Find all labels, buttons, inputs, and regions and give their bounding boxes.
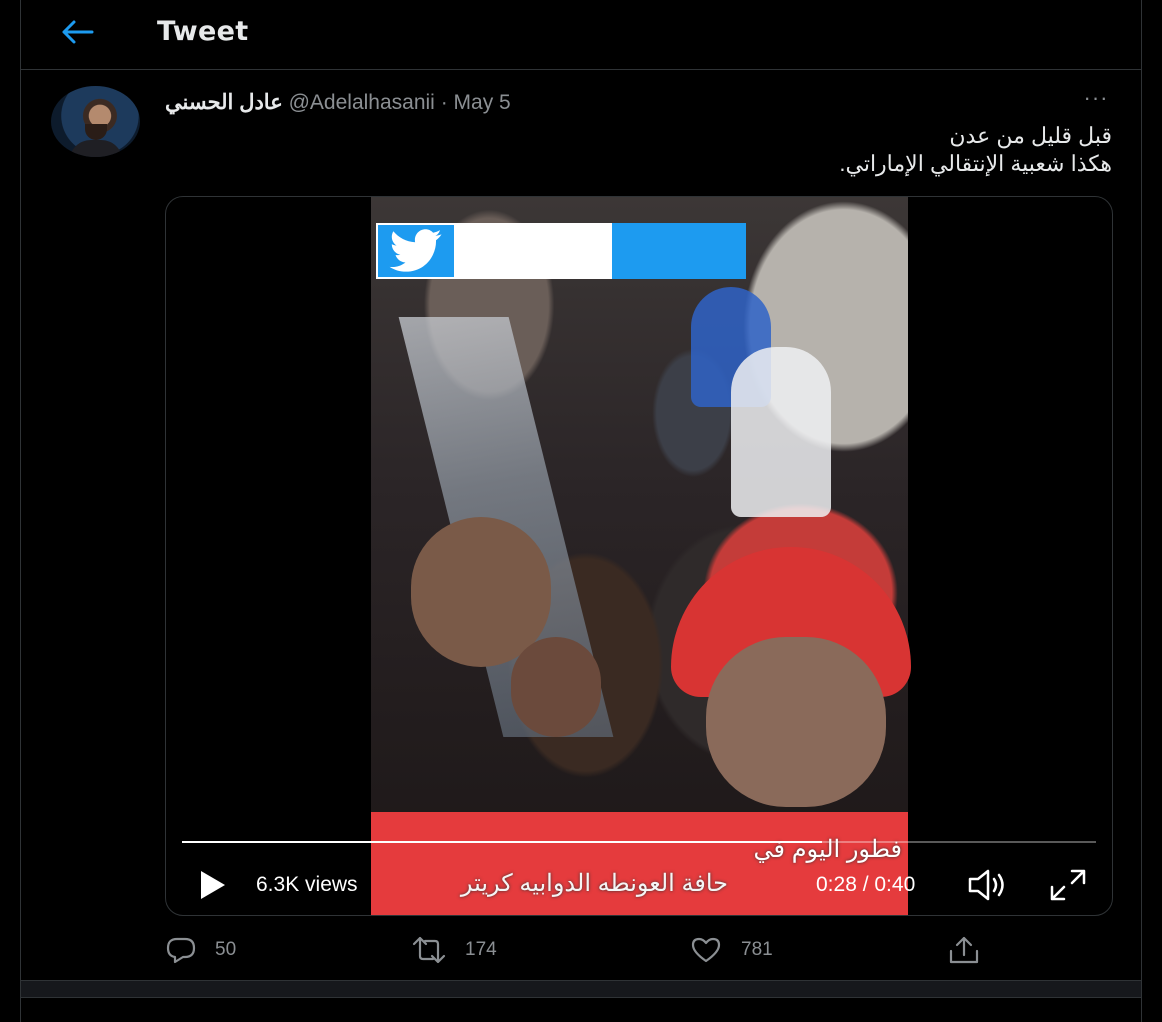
view-count: 6.3K views xyxy=(256,873,358,896)
volume-button[interactable] xyxy=(966,865,1014,905)
volume-icon xyxy=(968,869,1004,901)
separator-dot: · xyxy=(440,91,448,114)
page-header: Tweet xyxy=(21,0,1141,70)
tweet-page: Tweet عادل الحسني @Adelalhasanii · May 5… xyxy=(20,0,1142,1022)
retweet-button[interactable]: 174 xyxy=(411,930,497,970)
video-progress-bar[interactable] xyxy=(182,841,1096,843)
author-handle[interactable]: @Adelalhasanii xyxy=(289,91,435,114)
share-button[interactable] xyxy=(947,930,981,970)
tweet-text: قبل قليل من عدن هكذا شعبية الإنتقالي الإ… xyxy=(412,122,1112,178)
video-frame[interactable]: فطور اليوم في حافة العونطه الدوابيه كريت… xyxy=(371,197,911,915)
page-title: Tweet xyxy=(157,16,249,47)
share-icon xyxy=(949,936,979,964)
video-caption-line-1: فطور اليوم في xyxy=(753,836,902,863)
tweet-text-line-1: قبل قليل من عدن xyxy=(949,123,1112,148)
avatar[interactable] xyxy=(51,86,140,157)
fullscreen-button[interactable] xyxy=(1046,865,1090,905)
video-caption-line-2: حافة العونطه الدوابيه كريتر xyxy=(460,870,728,897)
reply-count: 50 xyxy=(215,939,237,960)
retweet-count: 174 xyxy=(465,939,497,960)
video-time: 0:28 / 0:40 xyxy=(816,873,916,896)
video-caption-band xyxy=(371,812,908,915)
tweet-date[interactable]: May 5 xyxy=(454,91,511,114)
more-icon: ··· xyxy=(1083,85,1109,110)
like-count: 781 xyxy=(741,939,773,960)
reply-button[interactable]: 50 xyxy=(165,930,236,970)
more-options-button[interactable]: ··· xyxy=(1079,86,1113,114)
video-player[interactable]: فطور اليوم في حافة العونطه الدوابيه كريت… xyxy=(165,196,1113,916)
author-line: عادل الحسني @Adelalhasanii · May 5 xyxy=(165,90,511,115)
back-button[interactable] xyxy=(59,16,95,48)
section-divider xyxy=(21,980,1141,998)
play-button[interactable] xyxy=(194,867,230,903)
video-progress-fill xyxy=(182,841,822,843)
arrow-left-icon xyxy=(62,20,94,44)
video-twitter-watermark xyxy=(376,223,746,279)
author-name[interactable]: عادل الحسني xyxy=(165,91,283,114)
tweet-actions: 50 174 781 xyxy=(165,930,1113,970)
fullscreen-icon xyxy=(1050,869,1086,901)
retweet-icon xyxy=(412,936,446,964)
heart-icon xyxy=(691,937,721,963)
tweet-text-line-2: هكذا شعبية الإنتقالي الإماراتي. xyxy=(839,151,1112,176)
play-icon xyxy=(201,871,225,899)
twitter-bird-icon xyxy=(389,229,442,272)
like-button[interactable]: 781 xyxy=(689,930,773,970)
reply-icon xyxy=(166,937,196,964)
